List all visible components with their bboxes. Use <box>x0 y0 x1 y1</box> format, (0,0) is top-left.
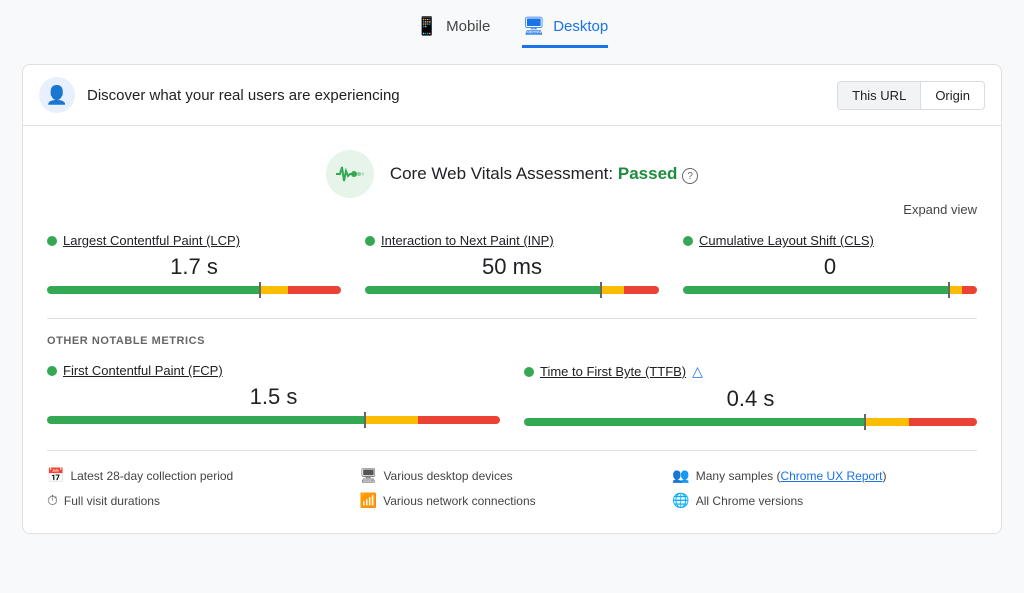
dot-fcp <box>47 366 57 376</box>
metric-link-cls[interactable]: Cumulative Layout Shift (CLS) <box>699 233 874 248</box>
bar-red-cls <box>962 286 977 294</box>
bar-green-ttfb <box>524 418 864 426</box>
dot-ttfb <box>524 367 534 377</box>
footer-link-2[interactable]: Chrome UX Report <box>780 469 882 483</box>
bar-orange-cls <box>948 286 963 294</box>
metric-value-inp: 50 ms <box>365 254 659 280</box>
bar-red-ttfb <box>909 418 977 426</box>
header-left: 👤 Discover what your real users are expe… <box>39 77 400 113</box>
bar-indicator-fcp <box>364 412 366 428</box>
bar-green-lcp <box>47 286 259 294</box>
core-metrics-grid: Largest Contentful Paint (LCP) 1.7 s Int… <box>47 233 977 294</box>
tab-desktop[interactable]: 🖥 Desktop <box>522 16 608 48</box>
metric-link-inp[interactable]: Interaction to Next Paint (INP) <box>381 233 554 248</box>
dot-inp <box>365 236 375 246</box>
url-origin-toggle: This URL Origin <box>837 81 985 110</box>
footer-icon-3: ⏱ <box>47 492 58 509</box>
progress-bar-cls <box>683 286 977 294</box>
bar-indicator-cls <box>948 282 950 298</box>
dot-cls <box>683 236 693 246</box>
bar-green-inp <box>365 286 600 294</box>
metric-value-fcp: 1.5 s <box>47 384 500 410</box>
bar-red-lcp <box>288 286 341 294</box>
bar-orange-lcp <box>259 286 288 294</box>
other-metrics-label: OTHER NOTABLE METRICS <box>47 335 977 347</box>
footer-item-1: 🖥 Various desktop devices <box>360 467 665 484</box>
cwv-header: Core Web Vitals Assessment: Passed ? <box>47 150 977 198</box>
metric-inp: Interaction to Next Paint (INP) 50 ms <box>365 233 659 294</box>
experimental-icon: △ <box>692 363 703 380</box>
progress-bar-fcp <box>47 416 500 424</box>
this-url-button[interactable]: This URL <box>838 82 921 109</box>
metric-link-lcp[interactable]: Largest Contentful Paint (LCP) <box>63 233 240 248</box>
tab-mobile[interactable]: 📱 Mobile <box>416 16 491 48</box>
footer-text-5: All Chrome versions <box>696 494 803 508</box>
origin-button[interactable]: Origin <box>921 82 984 109</box>
footer-icon-2: 👥 <box>672 467 689 484</box>
cwv-status: Passed <box>618 164 678 183</box>
cwv-icon <box>326 150 374 198</box>
progress-bar-lcp <box>47 286 341 294</box>
footer-text-0: Latest 28-day collection period <box>70 469 233 483</box>
cwv-info-icon[interactable]: ? <box>682 168 698 184</box>
tab-mobile-label: Mobile <box>446 18 490 35</box>
section-divider <box>47 318 977 319</box>
metric-label-cls: Cumulative Layout Shift (CLS) <box>683 233 977 248</box>
footer-icon-0: 📅 <box>47 467 64 484</box>
cwv-title: Core Web Vitals Assessment: Passed ? <box>390 164 698 185</box>
footer-item-2: 👥 Many samples (Chrome UX Report) <box>672 467 977 484</box>
bar-orange-ttfb <box>864 418 909 426</box>
footer-text-1: Various desktop devices <box>383 469 512 483</box>
main-card: Core Web Vitals Assessment: Passed ? Exp… <box>22 125 1002 534</box>
footer-item-4: 📶 Various network connections <box>360 492 665 509</box>
footer-text-3: Full visit durations <box>64 494 160 508</box>
avatar-icon: 👤 <box>39 77 75 113</box>
header-title: Discover what your real users are experi… <box>87 87 400 104</box>
metric-label-inp: Interaction to Next Paint (INP) <box>365 233 659 248</box>
bar-orange-inp <box>600 286 624 294</box>
footer-item-0: 📅 Latest 28-day collection period <box>47 467 352 484</box>
mobile-icon: 📱 <box>416 16 438 37</box>
header-bar: 👤 Discover what your real users are expe… <box>22 64 1002 125</box>
bar-orange-fcp <box>364 416 418 424</box>
metric-value-cls: 0 <box>683 254 977 280</box>
bar-indicator-ttfb <box>864 414 866 430</box>
metric-label-lcp: Largest Contentful Paint (LCP) <box>47 233 341 248</box>
progress-bar-inp <box>365 286 659 294</box>
footer-item-3: ⏱ Full visit durations <box>47 492 352 509</box>
progress-bar-ttfb <box>524 418 977 426</box>
metric-label-fcp: First Contentful Paint (FCP) <box>47 363 500 378</box>
bar-red-fcp <box>418 416 500 424</box>
bar-indicator-inp <box>600 282 602 298</box>
info-footer: 📅 Latest 28-day collection period 🖥 Vari… <box>47 450 977 509</box>
metric-value-lcp: 1.7 s <box>47 254 341 280</box>
other-metrics-grid: First Contentful Paint (FCP) 1.5 s Time … <box>47 363 977 426</box>
footer-icon-1: 🖥 <box>360 467 378 484</box>
tab-bar: 📱 Mobile 🖥 Desktop <box>416 16 609 48</box>
metric-ttfb: Time to First Byte (TTFB) △ 0.4 s <box>524 363 977 426</box>
metric-fcp: First Contentful Paint (FCP) 1.5 s <box>47 363 500 426</box>
metric-value-ttfb: 0.4 s <box>524 386 977 412</box>
expand-view-button[interactable]: Expand view <box>47 202 977 217</box>
metric-link-ttfb[interactable]: Time to First Byte (TTFB) <box>540 364 686 379</box>
footer-text-4: Various network connections <box>383 494 536 508</box>
metric-link-fcp[interactable]: First Contentful Paint (FCP) <box>63 363 223 378</box>
bar-green-cls <box>683 286 948 294</box>
metric-label-ttfb: Time to First Byte (TTFB) △ <box>524 363 977 380</box>
footer-item-5: 🌐 All Chrome versions <box>672 492 977 509</box>
metric-cls: Cumulative Layout Shift (CLS) 0 <box>683 233 977 294</box>
desktop-tab-icon: 🖥 <box>522 16 545 37</box>
footer-icon-4: 📶 <box>360 492 377 509</box>
bar-indicator-lcp <box>259 282 261 298</box>
dot-lcp <box>47 236 57 246</box>
bar-green-fcp <box>47 416 364 424</box>
metric-lcp: Largest Contentful Paint (LCP) 1.7 s <box>47 233 341 294</box>
tab-desktop-label: Desktop <box>553 18 608 35</box>
footer-icon-5: 🌐 <box>672 492 689 509</box>
bar-red-inp <box>624 286 659 294</box>
footer-text-2: Many samples (Chrome UX Report) <box>696 469 887 483</box>
